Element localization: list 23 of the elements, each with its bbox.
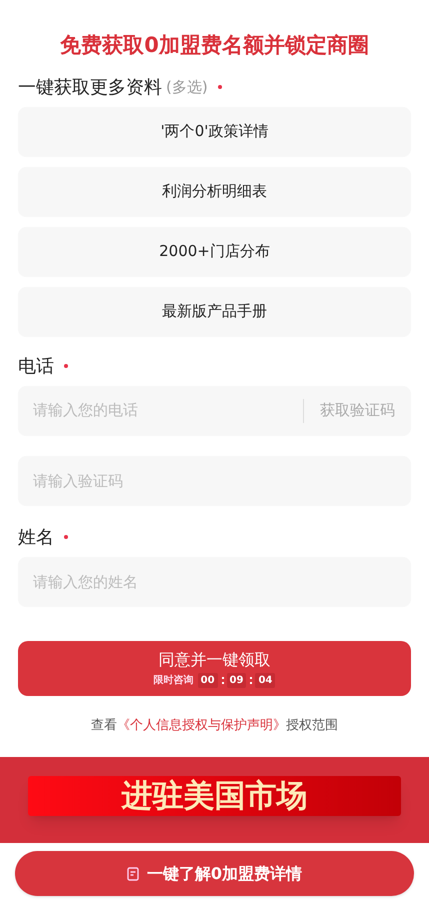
document-icon — [126, 866, 139, 880]
option-button[interactable]: 最新版产品手册 — [18, 286, 411, 336]
countdown-digits: 04 — [255, 672, 276, 688]
privacy-link[interactable]: 《个人信息授权与保护声明》 — [117, 718, 286, 732]
floating-button[interactable]: 一键了解0加盟费详情 — [15, 851, 414, 896]
option-button[interactable]: 利润分析明细表 — [18, 166, 411, 216]
colon-separator-icon — [222, 676, 224, 684]
submit-button[interactable]: 同意并一键领取 限时咨询 00 09 04 — [18, 640, 411, 696]
colon-separator-icon — [250, 676, 252, 684]
name-field[interactable]: 请输入您的姓名 — [18, 556, 411, 606]
field-label: 电话 — [18, 354, 54, 378]
banner-text: 进驻美国市场 — [122, 780, 308, 812]
countdown-label: 限时咨询 — [154, 674, 194, 688]
countdown-digits: 00 — [198, 672, 218, 688]
field-label: 姓名 — [18, 526, 54, 550]
countdown-digits: 09 — [226, 672, 246, 688]
consent-text: 查看《个人信息授权与保护声明》授权范围 — [90, 716, 339, 734]
option-button[interactable]: '两个0'政策详情 — [18, 106, 411, 156]
page-title: 免费获取0加盟费名额并锁定商圈 — [59, 32, 370, 59]
field-label: 一键获取更多资料 — [18, 76, 162, 100]
option-button[interactable]: 2000+门店分布 — [18, 226, 411, 276]
code-field[interactable]: 请输入验证码 — [18, 456, 411, 506]
field-hint: (多选) — [166, 76, 208, 98]
